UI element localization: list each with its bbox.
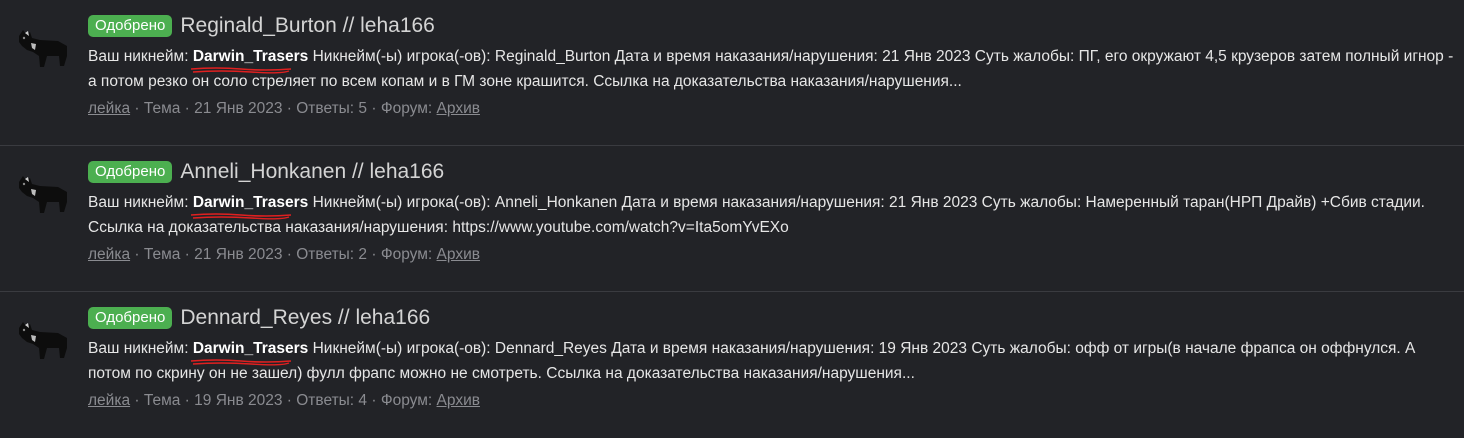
thread-row: Одобрено Anneli_Honkanen // leha166 Ваш …	[0, 146, 1464, 292]
meta-separator: ·	[282, 100, 297, 117]
snippet-prefix: Ваш никнейм:	[88, 194, 193, 211]
status-badge[interactable]: Одобрено	[88, 307, 173, 329]
thread-content: Одобрено Reginald_Burton // leha166 Ваш …	[88, 12, 1454, 120]
meta-separator: ·	[282, 246, 297, 263]
reply-count: Ответы: 4	[296, 392, 368, 409]
meta-separator: ·	[180, 100, 195, 117]
nickname-text: Darwin_Trasers	[192, 48, 309, 65]
meta-separator: ·	[367, 100, 381, 117]
meta-separator: ·	[367, 392, 381, 409]
meta-separator: ·	[130, 392, 144, 409]
avatar[interactable]	[14, 166, 72, 216]
author-link[interactable]: лейка	[88, 246, 130, 263]
forum-link[interactable]: Архив	[437, 392, 480, 409]
nickname-text: Darwin_Trasers	[192, 340, 309, 357]
thread-content: Одобрено Anneli_Honkanen // leha166 Ваш …	[88, 158, 1454, 266]
reply-count: Ответы: 2	[296, 246, 368, 263]
thread-date[interactable]: 21 Янв 2023	[194, 246, 282, 263]
nickname-highlight: Darwin_Trasers	[190, 190, 309, 220]
nickname-highlight: Darwin_Trasers	[190, 44, 309, 74]
thread-title-link[interactable]: Anneli_Honkanen // leha166	[180, 158, 444, 186]
status-badge[interactable]: Одобрено	[88, 161, 173, 183]
thread-meta: лейка · Тема · 21 Янв 2023 · Ответы: 5 ·…	[88, 98, 1454, 120]
meta-separator: ·	[180, 392, 195, 409]
forum-link[interactable]: Архив	[437, 246, 480, 263]
thread-title-link[interactable]: Reginald_Burton // leha166	[180, 12, 435, 40]
thread-row: Одобрено Dennard_Reyes // leha166 Ваш ни…	[0, 292, 1464, 438]
search-results-list: Одобрено Reginald_Burton // leha166 Ваш …	[0, 0, 1464, 418]
avatar[interactable]	[14, 312, 72, 362]
snippet-prefix: Ваш никнейм:	[88, 48, 193, 65]
forum-label: Форум:	[380, 246, 433, 263]
nickname-text: Darwin_Trasers	[192, 194, 309, 211]
status-badge[interactable]: Одобрено	[88, 15, 173, 37]
forum-label: Форум:	[380, 100, 433, 117]
thread-meta: лейка · Тема · 19 Янв 2023 · Ответы: 4 ·…	[88, 390, 1454, 412]
snippet-prefix: Ваш никнейм:	[88, 340, 193, 357]
thread-date[interactable]: 19 Янв 2023	[194, 392, 282, 409]
forum-link[interactable]: Архив	[437, 100, 480, 117]
thread-snippet: Ваш никнейм: Darwin_Trasers Никнейм(-ы) …	[88, 336, 1454, 386]
thread-meta: лейка · Тема · 21 Янв 2023 · Ответы: 2 ·…	[88, 244, 1454, 266]
reply-count: Ответы: 5	[296, 100, 368, 117]
meta-separator: ·	[367, 246, 381, 263]
thread-title-link[interactable]: Dennard_Reyes // leha166	[180, 304, 430, 332]
meta-separator: ·	[130, 100, 144, 117]
meta-separator: ·	[130, 246, 144, 263]
nickname-highlight: Darwin_Trasers	[190, 336, 309, 366]
thread-type: Тема	[143, 100, 181, 117]
forum-label: Форум:	[380, 392, 433, 409]
thread-type: Тема	[143, 392, 181, 409]
author-link[interactable]: лейка	[88, 392, 130, 409]
meta-separator: ·	[282, 392, 297, 409]
thread-content: Одобрено Dennard_Reyes // leha166 Ваш ни…	[88, 304, 1454, 412]
thread-date[interactable]: 21 Янв 2023	[194, 100, 282, 117]
thread-snippet: Ваш никнейм: Darwin_Trasers Никнейм(-ы) …	[88, 190, 1454, 240]
meta-separator: ·	[180, 246, 195, 263]
thread-snippet: Ваш никнейм: Darwin_Trasers Никнейм(-ы) …	[88, 44, 1454, 94]
thread-type: Тема	[143, 246, 181, 263]
thread-row: Одобрено Reginald_Burton // leha166 Ваш …	[0, 0, 1464, 146]
author-link[interactable]: лейка	[88, 100, 130, 117]
avatar[interactable]	[14, 20, 72, 70]
